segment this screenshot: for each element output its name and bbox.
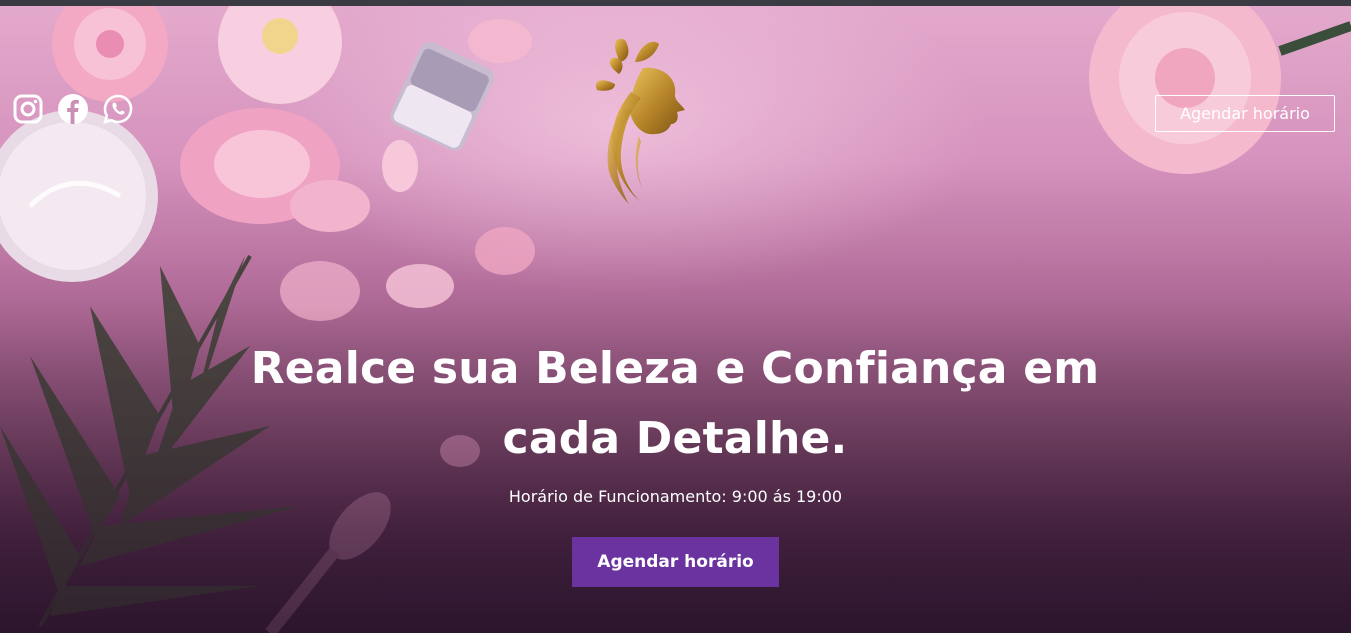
business-hours-text: Horário de Funcionamento: 9:00 ás 19:00 <box>508 487 843 506</box>
schedule-button-header[interactable]: Agendar horário <box>1155 95 1335 132</box>
hero-headline: Realce sua Beleza e Confiança em cada De… <box>250 343 1100 464</box>
hero-section: Agendar horário Realce sua Beleza e Conf… <box>0 6 1351 633</box>
flower-decoration-right <box>1089 6 1351 174</box>
woman-silhouette-logo[interactable] <box>585 32 695 210</box>
schedule-button-main[interactable]: Agendar horário <box>572 537 779 587</box>
facebook-icon[interactable] <box>57 93 89 125</box>
instagram-icon[interactable] <box>12 93 44 125</box>
cream-jar-decoration <box>0 110 158 282</box>
whatsapp-icon[interactable] <box>102 93 134 125</box>
social-links <box>12 93 134 125</box>
